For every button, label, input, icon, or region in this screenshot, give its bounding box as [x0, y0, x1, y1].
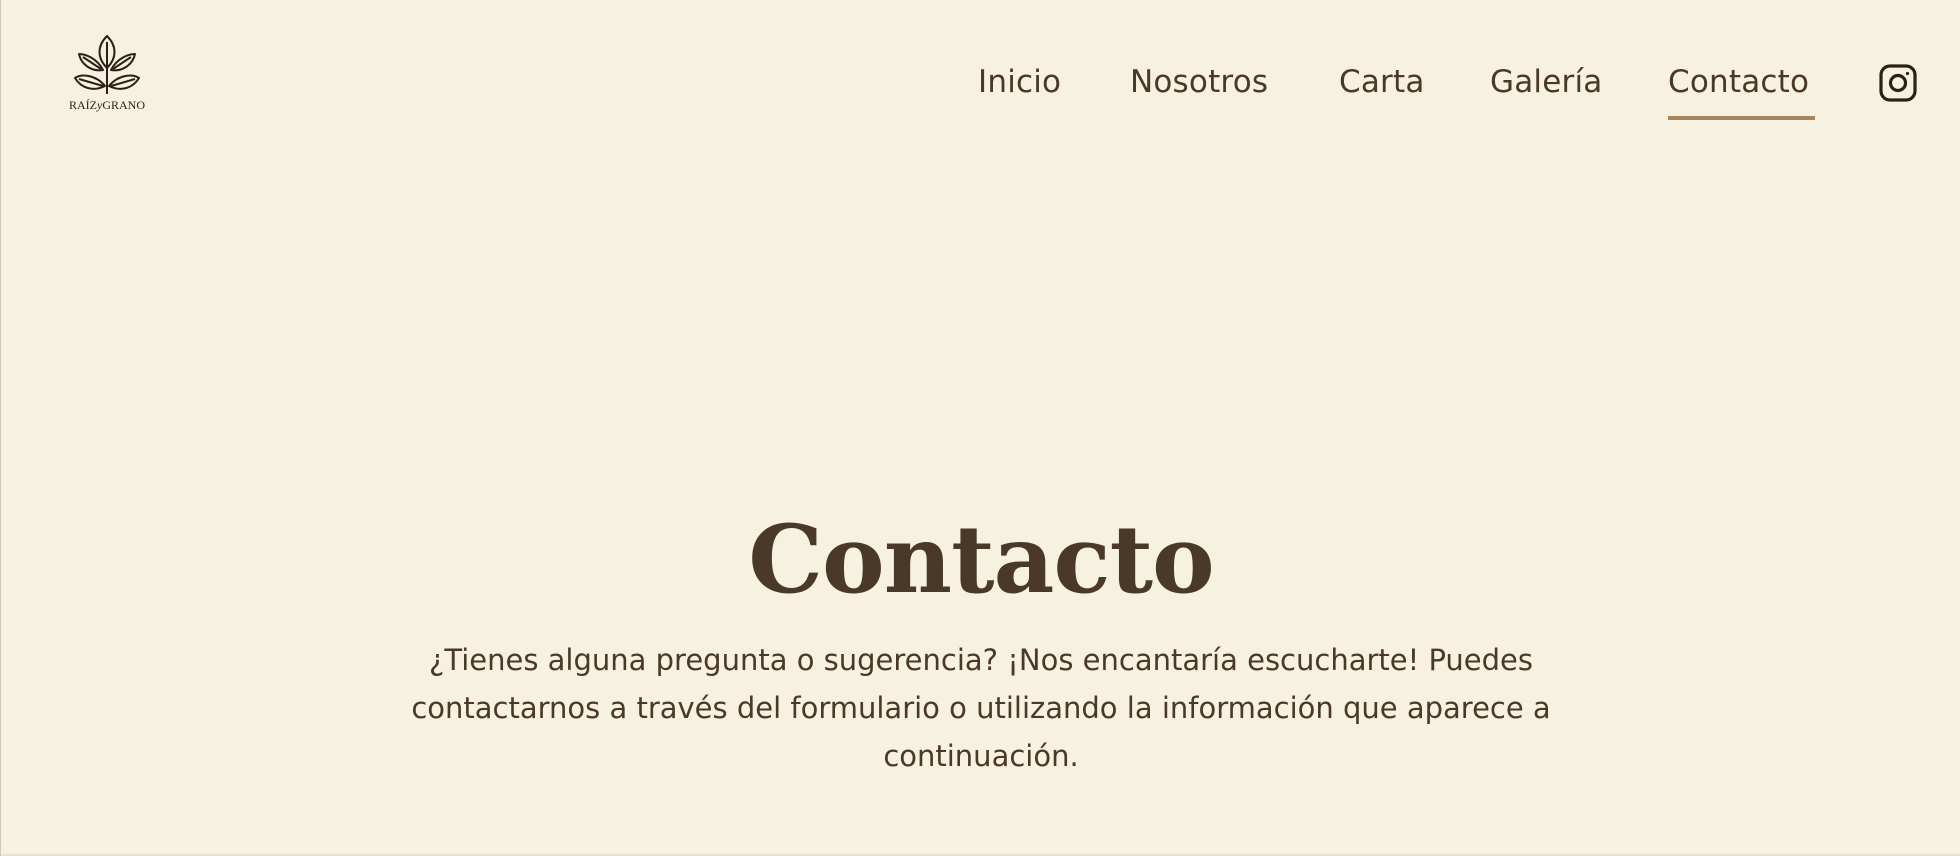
page-title: Contacto — [748, 505, 1215, 615]
main-navigation: Inicio Nosotros Carta Galería Contacto — [1, 58, 1960, 108]
active-nav-indicator — [1668, 116, 1815, 120]
nav-link-carta[interactable]: Carta — [1339, 58, 1425, 106]
nav-link-nosotros[interactable]: Nosotros — [1130, 58, 1268, 106]
nav-link-contacto[interactable]: Contacto — [1668, 58, 1809, 106]
instagram-link[interactable] — [1879, 64, 1917, 102]
instagram-icon — [1879, 64, 1917, 102]
intro-text: ¿Tienes alguna pregunta o sugerencia? ¡N… — [411, 643, 1551, 773]
nav-link-galeria[interactable]: Galería — [1490, 58, 1602, 106]
nav-link-inicio[interactable]: Inicio — [978, 58, 1061, 106]
